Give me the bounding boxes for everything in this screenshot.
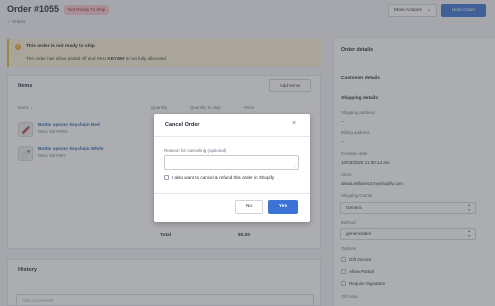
- resize-handle-icon[interactable]: ⟋: [294, 164, 297, 168]
- modal-divider: [154, 136, 310, 137]
- checkbox-icon: [164, 175, 169, 181]
- reason-label: Reason for canceling (optional): [164, 148, 227, 153]
- no-button[interactable]: No: [235, 200, 263, 214]
- reason-textarea[interactable]: ⟋: [164, 155, 299, 170]
- close-icon[interactable]: ×: [292, 120, 296, 128]
- cancel-order-modal: Cancel Order × Reason for canceling (opt…: [154, 114, 310, 222]
- modal-divider: [154, 193, 310, 194]
- yes-button[interactable]: Yes: [268, 200, 298, 214]
- modal-title: Cancel Order: [165, 122, 200, 128]
- refund-checkbox[interactable]: I also want to cancel & refund this orde…: [164, 175, 275, 181]
- refund-checkbox-label: I also want to cancel & refund this orde…: [172, 175, 275, 180]
